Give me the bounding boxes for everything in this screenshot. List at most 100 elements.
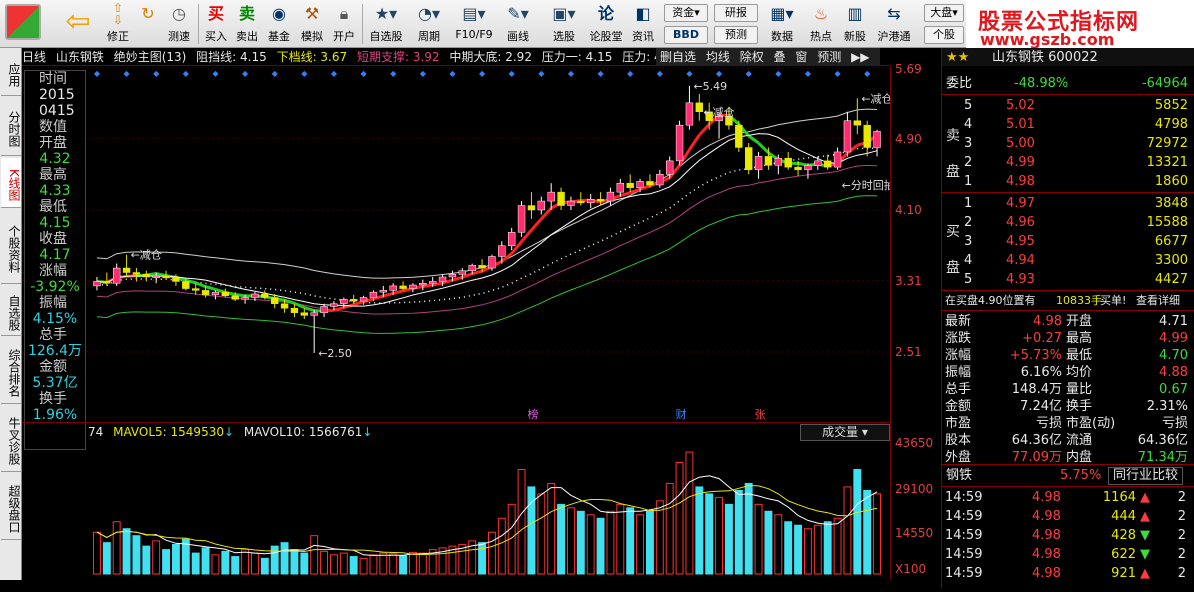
- menu-exright[interactable]: 除权: [740, 50, 764, 64]
- menu-forecast[interactable]: 预测: [817, 50, 841, 64]
- menu-delete-watch[interactable]: 删自选: [660, 50, 696, 64]
- tab-diagnosis[interactable]: 牛叉诊股: [1, 406, 21, 472]
- candle-body: [695, 102, 704, 113]
- tick-row[interactable]: 14:59 4.98 921 2: [942, 564, 1194, 583]
- period-icon: ◔▾: [418, 4, 440, 23]
- buy-order-row[interactable]: 3 4.95 6677: [942, 232, 1194, 251]
- down-arrow-icon: ▼: [1140, 547, 1150, 562]
- tab-super-panel[interactable]: 超级盘口: [1, 474, 21, 540]
- back-button[interactable]: ⇦: [58, 2, 98, 46]
- cesu-button[interactable]: ◷ 测速: [164, 2, 194, 46]
- hot-button[interactable]: ♨ 热点: [806, 2, 836, 46]
- f10-button[interactable]: ▤▾ F10/F9: [452, 2, 496, 46]
- news-button[interactable]: ◧ 资讯: [628, 2, 658, 46]
- sell-order-row[interactable]: 5 5.02 5852: [942, 96, 1194, 115]
- buy-order-row[interactable]: 5 4.93 4427: [942, 270, 1194, 289]
- volume-bar: [665, 482, 674, 575]
- tab-watchlist[interactable]: 自选股: [1, 286, 21, 336]
- open-account-button[interactable]: 🔒︎ 开户: [330, 2, 358, 46]
- kline-chart[interactable]: ◆ ◆ ◆ ◆ ◆ ◆ ◆ ◆ ◆ ◆ ◆ ◆ ◆ ◆ ◆ ◆ ◆ ◆ ◆ ◆ ◆ ◆ ◆ ◆ ◆ ◆ ◆←5.49←2.50←减仓…: [22, 66, 890, 422]
- tick-time: 14:59: [945, 509, 983, 524]
- draw-label: 画线: [507, 30, 529, 43]
- star-icon[interactable]: ★★: [946, 48, 969, 67]
- draw-button[interactable]: ✎▾ 画线: [500, 2, 536, 46]
- bbd-button[interactable]: BBD: [664, 26, 708, 44]
- divider: [942, 310, 1194, 311]
- low-label: ←2.50: [318, 347, 352, 360]
- volume-bar: [369, 554, 378, 575]
- candle-body: [656, 174, 664, 186]
- up-down-button[interactable]: ⇧ ⇩ 修正: [104, 2, 132, 46]
- candle-body: [290, 307, 299, 313]
- menu-window[interactable]: 窗: [795, 50, 807, 64]
- refresh-icon: ↻: [141, 4, 155, 23]
- zijin-dropdown[interactable]: 资金▾: [664, 4, 708, 22]
- cesu-label: 测速: [168, 30, 190, 43]
- tick-row[interactable]: 14:59 4.98 444 2: [942, 507, 1194, 526]
- tab-ranking[interactable]: 综合排名: [1, 338, 21, 404]
- volume-chart[interactable]: [22, 442, 890, 580]
- view-detail-link[interactable]: 查看详细: [1136, 291, 1180, 310]
- tab-kline[interactable]: K线图: [1, 158, 21, 208]
- watchlist-button[interactable]: ★▾ 自选股: [366, 2, 406, 46]
- axis-tick: 2.51: [895, 345, 922, 359]
- tick-row[interactable]: 14:59 4.98 428 2: [942, 526, 1194, 545]
- fund-button[interactable]: ◉ 基金: [264, 2, 294, 46]
- candle-body: [863, 124, 871, 148]
- forum-button[interactable]: 论论股堂: [588, 2, 624, 46]
- app-logo[interactable]: [4, 2, 42, 46]
- site-watermark: 股票公式指标网 www.gszb.com: [966, 0, 1194, 49]
- watchlist-label: 自选股: [369, 30, 403, 43]
- candle-body: [616, 182, 625, 193]
- tab-stock-info[interactable]: 个股资料: [1, 210, 21, 284]
- sell-order-row[interactable]: 1 4.98 1860: [942, 172, 1194, 191]
- yanbao-button[interactable]: 研报: [714, 4, 758, 22]
- volume-bar: [142, 545, 151, 575]
- marker-diamond: ◆: [805, 69, 812, 78]
- tick-row[interactable]: 14:59 4.98 622 2: [942, 545, 1194, 564]
- menu-arrow-icon[interactable]: ▶▶: [851, 50, 869, 64]
- back-arrow-icon: ⇦: [65, 4, 91, 39]
- buy-order-row[interactable]: 1 4.97 3848: [942, 194, 1194, 213]
- industry-name[interactable]: 钢铁: [946, 466, 972, 485]
- buy-order-row[interactable]: 2 4.96 15588: [942, 213, 1194, 232]
- period-button[interactable]: ◔▾ 周期: [410, 2, 448, 46]
- indicator-select[interactable]: 成交量 ▾: [800, 424, 890, 441]
- indicator-name[interactable]: 绝妙主图(13): [114, 50, 187, 64]
- gegu-button[interactable]: 个股: [924, 26, 964, 44]
- period-label[interactable]: 日线: [22, 50, 46, 64]
- menu-ma[interactable]: 均线: [706, 50, 730, 64]
- high-label: ←5.49: [693, 80, 727, 93]
- buy-order-row[interactable]: 4 4.94 3300: [942, 251, 1194, 270]
- candle-body: [468, 265, 476, 271]
- dapan-dropdown[interactable]: 大盘▾: [924, 4, 964, 22]
- simulate-button[interactable]: ⚒ 模拟: [297, 2, 327, 46]
- candle-body: [191, 288, 200, 291]
- tab-app[interactable]: 应用: [1, 50, 21, 96]
- data-button[interactable]: ▦▾ 数据: [766, 2, 798, 46]
- chevron-down-icon: ▾: [861, 425, 868, 439]
- hkconnect-label: 沪港通: [877, 30, 911, 43]
- select-stock-button[interactable]: ▣▾ 选股: [544, 2, 584, 46]
- sell-button[interactable]: 卖卖出: [233, 2, 261, 46]
- sell-volume: 5852: [1154, 98, 1188, 113]
- industry-compare-button[interactable]: 同行业比较: [1108, 467, 1184, 485]
- trend-line-segment: [205, 285, 216, 291]
- yuce-button[interactable]: 预测: [714, 26, 758, 44]
- quote-header: ★★ 山东钢铁 600022: [942, 48, 1194, 66]
- sell-price: 5.02: [1006, 98, 1035, 113]
- newstock-button[interactable]: ▥ 新股: [840, 2, 870, 46]
- tick-row[interactable]: 14:59 4.98 1164 2: [942, 488, 1194, 507]
- buy-button[interactable]: 买买入: [202, 2, 230, 46]
- hkconnect-button[interactable]: ⇆ 沪港通: [874, 2, 914, 46]
- sell-order-row[interactable]: 2 4.99 13321: [942, 153, 1194, 172]
- zudang-value: 阻挡线: 4.15: [196, 50, 267, 64]
- sell-order-row[interactable]: 3 5.00 72972: [942, 134, 1194, 153]
- candle-body: [399, 285, 407, 289]
- indicator-select-label: 成交量: [822, 425, 859, 439]
- menu-overlay[interactable]: 叠: [774, 50, 786, 64]
- sell-order-row[interactable]: 4 5.01 4798: [942, 115, 1194, 134]
- xiuzheng-button[interactable]: ↻修正: [134, 2, 162, 46]
- trend-line-segment: [747, 134, 760, 145]
- tab-fenshi[interactable]: 分时图: [1, 98, 21, 156]
